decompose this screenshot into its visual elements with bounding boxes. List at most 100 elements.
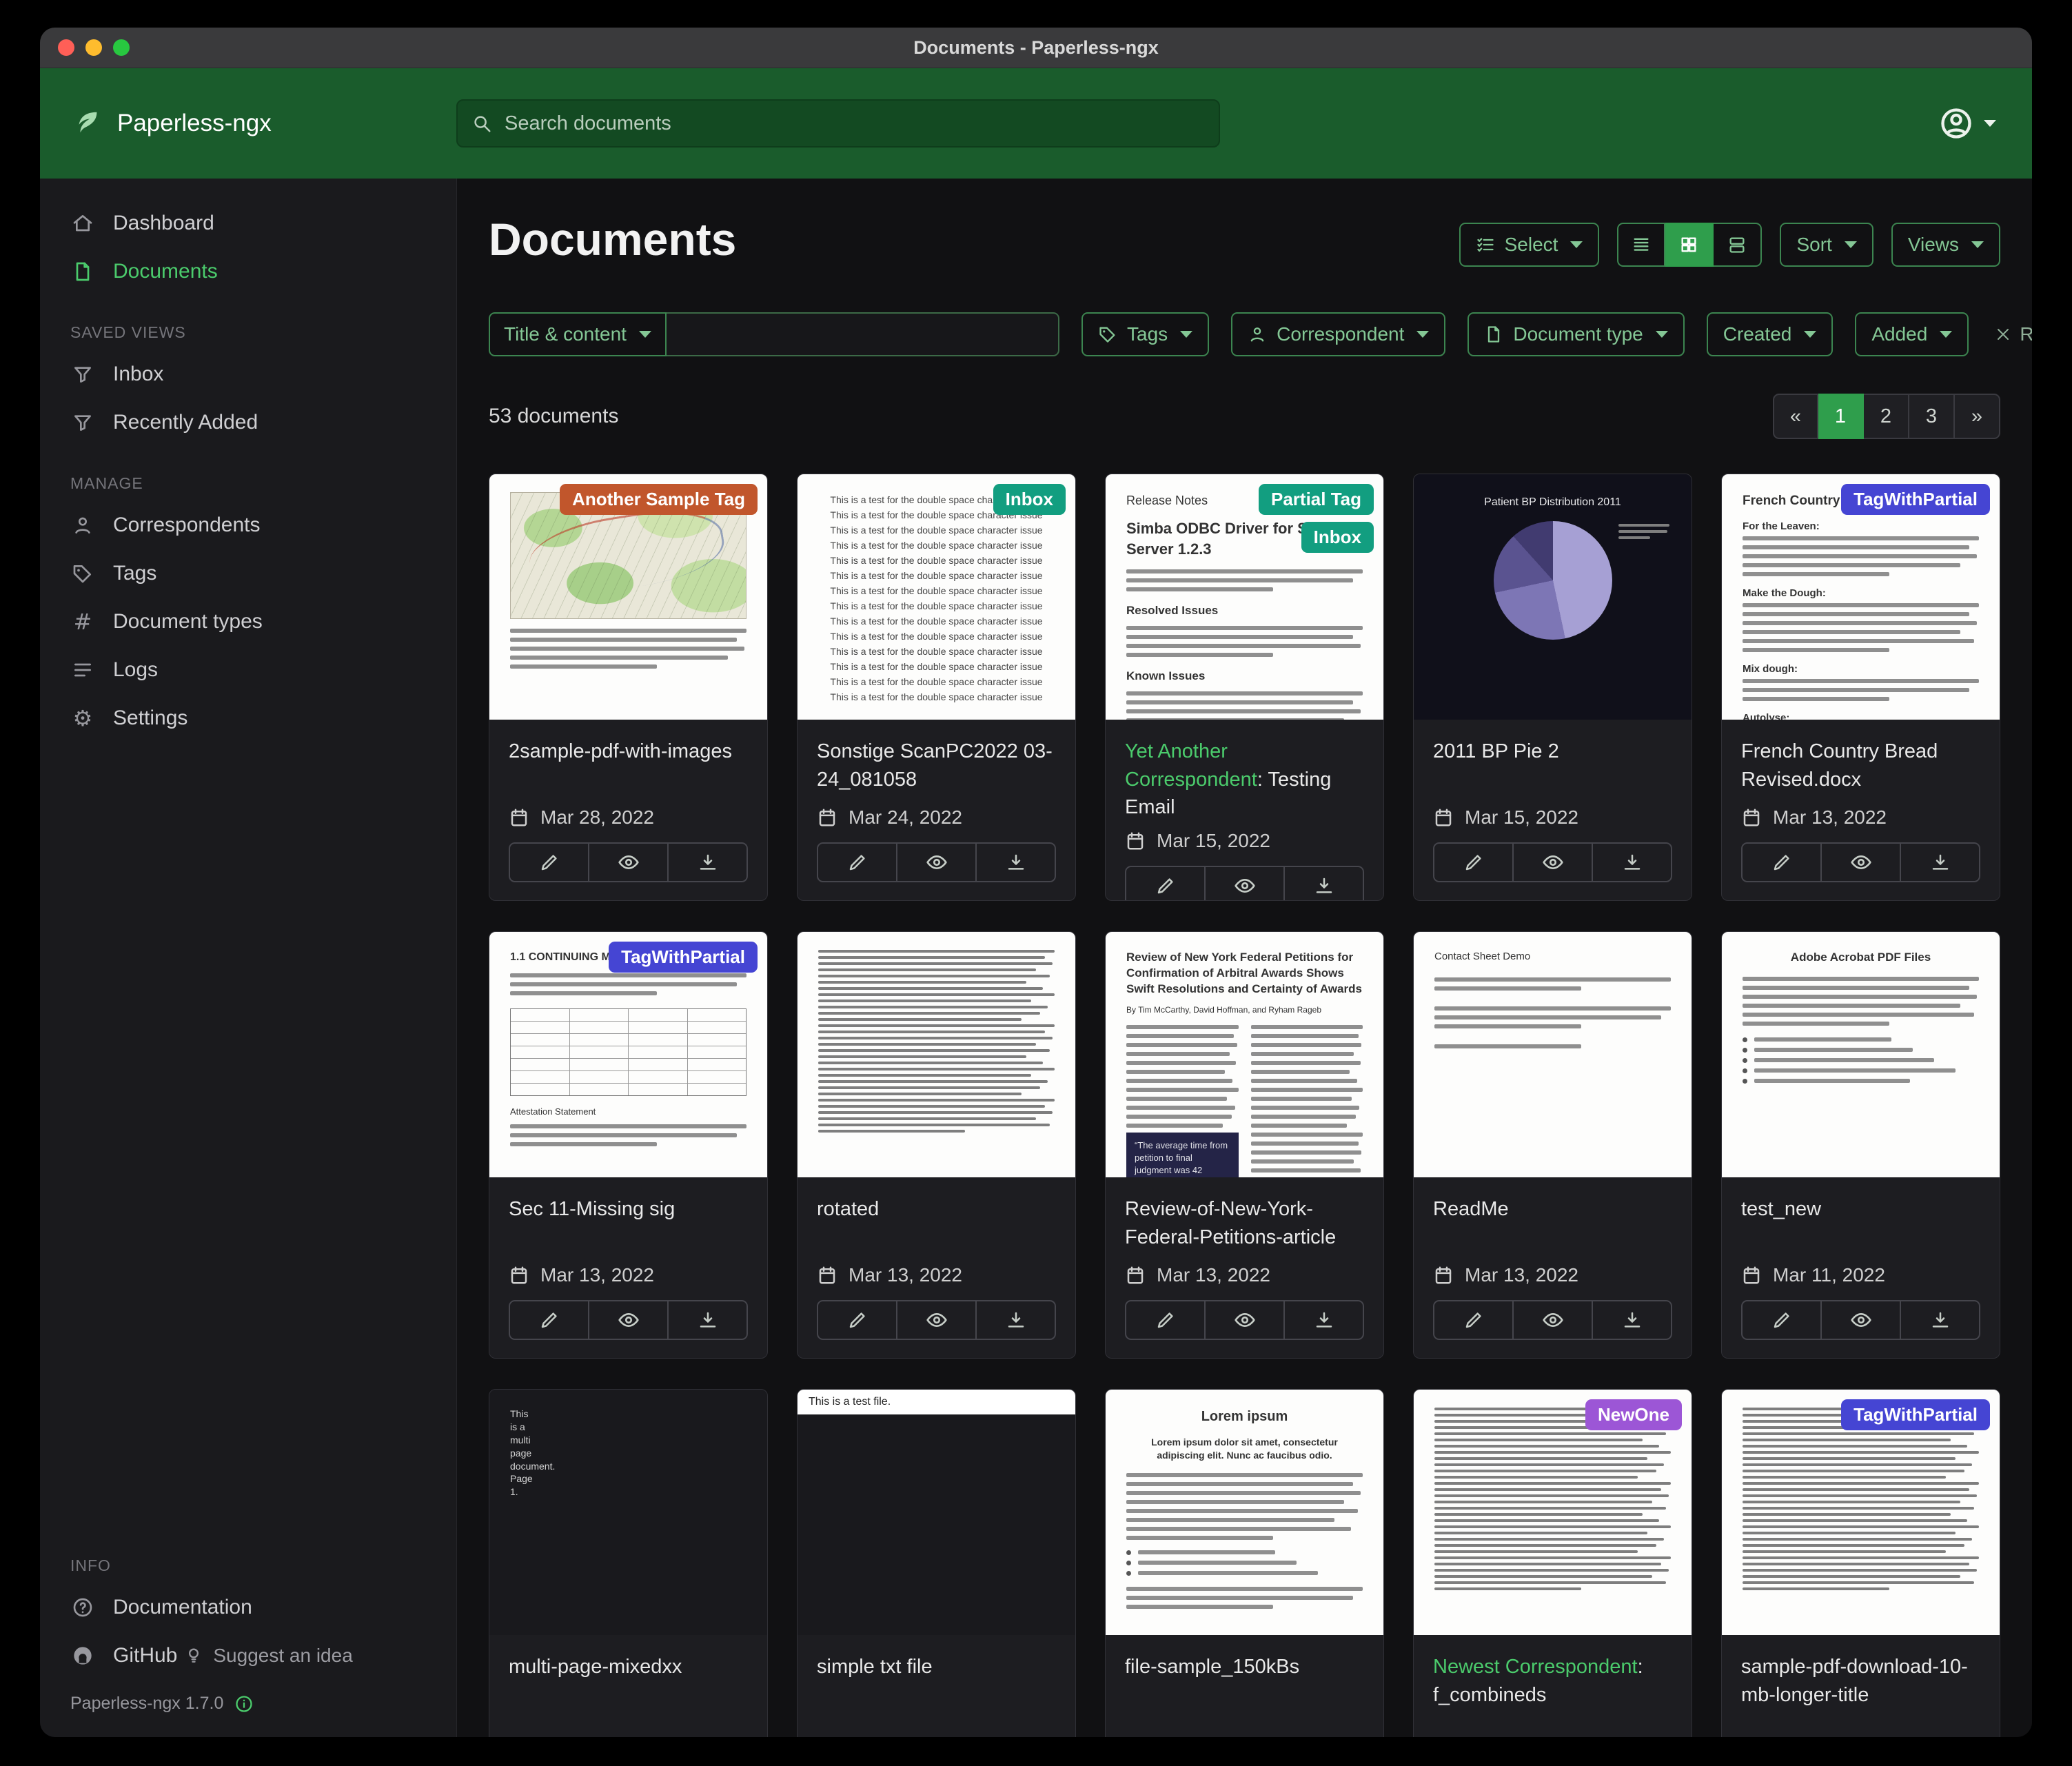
document-title[interactable]: Sec 11-Missing sig [509, 1195, 748, 1224]
document-card[interactable]: This is a multi page document. Page 1. m… [489, 1389, 768, 1737]
view-document-button[interactable] [1822, 1300, 1901, 1340]
document-thumbnail[interactable]: TagWithPartial French Country BreadFor t… [1722, 474, 2000, 720]
download-document-button[interactable] [1901, 842, 1980, 882]
document-title[interactable]: French Country Bread Revised.docx [1741, 738, 1980, 793]
views-button[interactable]: Views [1891, 223, 2000, 267]
download-document-button[interactable] [1901, 1300, 1980, 1340]
document-thumbnail[interactable]: Patient BP Distribution 2011 [1414, 474, 1692, 720]
sort-button[interactable]: Sort [1780, 223, 1873, 267]
document-title[interactable]: file-sample_150kBs [1125, 1653, 1364, 1681]
document-title[interactable]: Sonstige ScanPC2022 03-24_081058 [817, 738, 1056, 793]
brand[interactable]: Paperless-ngx [72, 108, 456, 139]
document-thumbnail[interactable]: Inbox This is a test for the double spac… [798, 474, 1075, 720]
view-details-button[interactable] [1617, 223, 1665, 267]
edit-document-button[interactable] [1741, 1300, 1822, 1340]
document-card[interactable]: Patient BP Distribution 2011 2011 BP Pie… [1413, 474, 1692, 901]
document-title[interactable]: 2011 BP Pie 2 [1433, 738, 1672, 766]
download-document-button[interactable] [977, 842, 1056, 882]
document-card[interactable]: NewOne Newest Correspondent: f_combineds [1413, 1389, 1692, 1737]
view-cards-button[interactable] [1714, 223, 1762, 267]
document-card[interactable]: Inbox This is a test for the double spac… [797, 474, 1076, 901]
document-correspondent-link[interactable]: Yet Another Correspondent [1125, 740, 1257, 791]
download-document-button[interactable] [669, 842, 748, 882]
document-title[interactable]: multi-page-mixedxx [509, 1653, 748, 1681]
sidebar-item-document-types[interactable]: # Document types [40, 598, 456, 646]
tag-chip[interactable]: TagWithPartial [609, 942, 758, 973]
download-document-button[interactable] [1285, 866, 1364, 901]
document-thumbnail[interactable]: Adobe Acrobat PDF Files [1722, 932, 2000, 1177]
document-thumbnail[interactable] [798, 932, 1075, 1177]
sidebar-item-tags[interactable]: Tags [40, 549, 456, 598]
edit-document-button[interactable] [817, 1300, 897, 1340]
document-thumbnail[interactable]: TagWithPartial [1722, 1390, 2000, 1635]
pagination-next-button[interactable]: » [1955, 394, 2000, 439]
reset-filters-button[interactable]: Reset filters [1991, 323, 2032, 346]
document-title[interactable]: rotated [817, 1195, 1056, 1224]
created-filter-button[interactable]: Created [1707, 312, 1834, 356]
sidebar-item-recently-added[interactable]: Recently Added [40, 398, 456, 447]
document-type-filter-button[interactable]: Document type [1467, 312, 1684, 356]
edit-document-button[interactable] [1125, 866, 1206, 901]
tag-chip[interactable]: TagWithPartial [1841, 1399, 1990, 1430]
document-thumbnail[interactable]: Lorem ipsumLorem ipsum dolor sit amet, c… [1106, 1390, 1383, 1635]
global-search[interactable] [456, 99, 1220, 148]
sidebar-item-documents[interactable]: Documents [40, 247, 456, 296]
document-thumbnail[interactable]: This is a multi page document. Page 1. [489, 1390, 767, 1635]
document-card[interactable]: Contact Sheet Demo ReadMe Mar 13, 2022 [1413, 931, 1692, 1359]
document-title[interactable]: Review-of-New-York-Federal-Petitions-art… [1125, 1195, 1364, 1251]
suggest-idea-link[interactable]: Suggest an idea [184, 1645, 352, 1667]
sidebar-item-correspondents[interactable]: Correspondents [40, 501, 456, 549]
document-title[interactable]: 2sample-pdf-with-images [509, 738, 748, 766]
pagination-page-1[interactable]: 1 [1818, 394, 1864, 439]
document-title[interactable]: sample-pdf-download-10-mb-longer-title [1741, 1653, 1980, 1709]
sidebar-item-inbox[interactable]: Inbox [40, 350, 456, 398]
document-title[interactable]: test_new [1741, 1195, 1980, 1224]
document-title[interactable]: simple txt file [817, 1653, 1056, 1681]
view-document-button[interactable] [897, 842, 977, 882]
tag-chip[interactable]: Partial Tag [1259, 484, 1374, 515]
pagination-page-3[interactable]: 3 [1909, 394, 1955, 439]
view-document-button[interactable] [1514, 1300, 1593, 1340]
document-card[interactable]: TagWithPartial French Country BreadFor t… [1721, 474, 2000, 901]
document-card[interactable]: Review of New York Federal Petitions for… [1105, 931, 1384, 1359]
document-thumbnail[interactable]: Another Sample Tag [489, 474, 767, 720]
tag-chip[interactable]: NewOne [1585, 1399, 1682, 1430]
added-filter-button[interactable]: Added [1855, 312, 1969, 356]
view-document-button[interactable] [1822, 842, 1901, 882]
download-document-button[interactable] [1285, 1300, 1364, 1340]
tag-chip[interactable]: Another Sample Tag [560, 484, 758, 515]
edit-document-button[interactable] [509, 842, 589, 882]
edit-document-button[interactable] [817, 842, 897, 882]
view-document-button[interactable] [589, 1300, 669, 1340]
document-card[interactable]: Another Sample Tag 2sample-pdf-with-imag… [489, 474, 768, 901]
edit-document-button[interactable] [1433, 842, 1514, 882]
sidebar-item-settings[interactable]: ⚙ Settings [40, 694, 456, 742]
document-card[interactable]: Lorem ipsumLorem ipsum dolor sit amet, c… [1105, 1389, 1384, 1737]
view-grid-button[interactable] [1665, 223, 1714, 267]
document-title[interactable]: ReadMe [1433, 1195, 1672, 1224]
view-document-button[interactable] [897, 1300, 977, 1340]
minimize-button[interactable] [85, 39, 102, 56]
document-thumbnail[interactable]: TagWithPartial 1.1 CONTINUING MEDICAL ED… [489, 932, 767, 1177]
close-button[interactable] [58, 39, 74, 56]
download-document-button[interactable] [977, 1300, 1056, 1340]
user-menu-button[interactable] [1934, 105, 2000, 142]
download-document-button[interactable] [669, 1300, 748, 1340]
document-card[interactable]: Partial TagInbox Release NotesSimba ODBC… [1105, 474, 1384, 901]
sidebar-item-dashboard[interactable]: Dashboard [40, 199, 456, 247]
download-document-button[interactable] [1593, 842, 1672, 882]
tag-chip[interactable]: Inbox [1301, 522, 1374, 553]
document-card[interactable]: This is a test file. simple txt file [797, 1389, 1076, 1737]
pagination-prev-button[interactable]: « [1773, 394, 1818, 439]
info-circle-icon[interactable] [234, 1694, 254, 1714]
document-card[interactable]: Adobe Acrobat PDF Files test_new Mar 11,… [1721, 931, 2000, 1359]
document-title[interactable]: Newest Correspondent: f_combineds [1433, 1653, 1672, 1709]
document-thumbnail[interactable]: Review of New York Federal Petitions for… [1106, 932, 1383, 1177]
view-document-button[interactable] [1206, 1300, 1285, 1340]
title-content-dropdown-button[interactable]: Title & content [489, 312, 667, 356]
view-document-button[interactable] [1514, 842, 1593, 882]
document-thumbnail[interactable]: NewOne [1414, 1390, 1692, 1635]
correspondent-filter-button[interactable]: Correspondent [1231, 312, 1445, 356]
document-thumbnail[interactable]: This is a test file. [798, 1390, 1075, 1635]
edit-document-button[interactable] [1433, 1300, 1514, 1340]
